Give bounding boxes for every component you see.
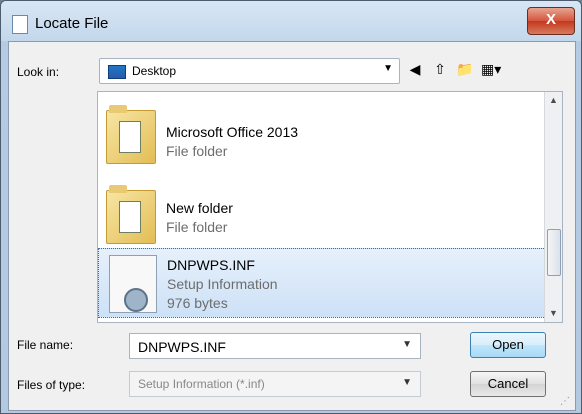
file-list[interactable]: Microsoft Office 2013 File folder New fo…: [97, 91, 563, 323]
file-name: DNPWPS.INF: [167, 257, 255, 273]
list-item[interactable]: Microsoft Office 2013 File folder: [98, 102, 544, 170]
scroll-up-icon[interactable]: ▲: [545, 92, 562, 109]
files-of-type-dropdown[interactable]: Setup Information (*.inf) ▼: [129, 371, 421, 397]
list-item[interactable]: New folder File folder: [98, 180, 544, 248]
file-type: Setup Information: [167, 276, 278, 292]
file-type: File folder: [166, 143, 228, 159]
dialog-content: Look in: Desktop ▼ ◀ ⇧ 📁 ▦▾ Microsoft Of…: [8, 41, 576, 411]
cancel-button[interactable]: Cancel: [470, 371, 546, 397]
setup-information-file-icon: [109, 255, 157, 313]
dialog-document-icon: [12, 15, 28, 34]
look-in-label: Look in:: [17, 65, 60, 79]
back-icon[interactable]: ◀: [405, 59, 425, 79]
list-item-selected[interactable]: DNPWPS.INF Setup Information 976 bytes: [98, 248, 546, 318]
file-name-input[interactable]: DNPWPS.INF ▼: [129, 333, 421, 359]
vertical-scrollbar[interactable]: ▲ ▼: [544, 92, 562, 322]
file-name-label: File name:: [17, 338, 74, 352]
chevron-down-icon[interactable]: ▼: [402, 377, 412, 388]
view-menu-icon[interactable]: ▦▾: [481, 59, 501, 79]
title-bar[interactable]: Locate File X: [1, 1, 581, 41]
locate-file-dialog: Locate File X Look in: Desktop ▼ ◀ ⇧ 📁 ▦…: [0, 0, 582, 414]
chevron-down-icon[interactable]: ▼: [402, 339, 412, 350]
files-of-type-value: Setup Information (*.inf): [138, 377, 265, 391]
folder-icon: [106, 105, 156, 164]
scroll-down-icon[interactable]: ▼: [545, 305, 562, 322]
files-of-type-label: Files of type:: [17, 378, 86, 392]
resize-grip-icon[interactable]: ⋰: [560, 396, 572, 408]
dialog-title: Locate File: [35, 15, 109, 32]
open-button[interactable]: Open: [470, 332, 546, 358]
file-type: File folder: [166, 219, 228, 235]
file-size: 976 bytes: [167, 295, 228, 311]
scroll-thumb[interactable]: [547, 229, 561, 276]
folder-icon: [106, 185, 156, 244]
look-in-dropdown[interactable]: Desktop ▼: [99, 58, 400, 84]
chevron-down-icon[interactable]: ▼: [383, 63, 393, 74]
up-folder-icon[interactable]: ⇧: [430, 59, 450, 79]
file-name: Microsoft Office 2013: [166, 124, 299, 140]
new-folder-icon[interactable]: 📁: [455, 59, 475, 79]
desktop-icon: [108, 65, 126, 79]
file-name: New folder: [166, 200, 233, 216]
look-in-value: Desktop: [132, 64, 177, 78]
file-name-value: DNPWPS.INF: [138, 339, 226, 355]
close-icon: X: [545, 11, 556, 28]
close-button[interactable]: X: [527, 7, 575, 35]
